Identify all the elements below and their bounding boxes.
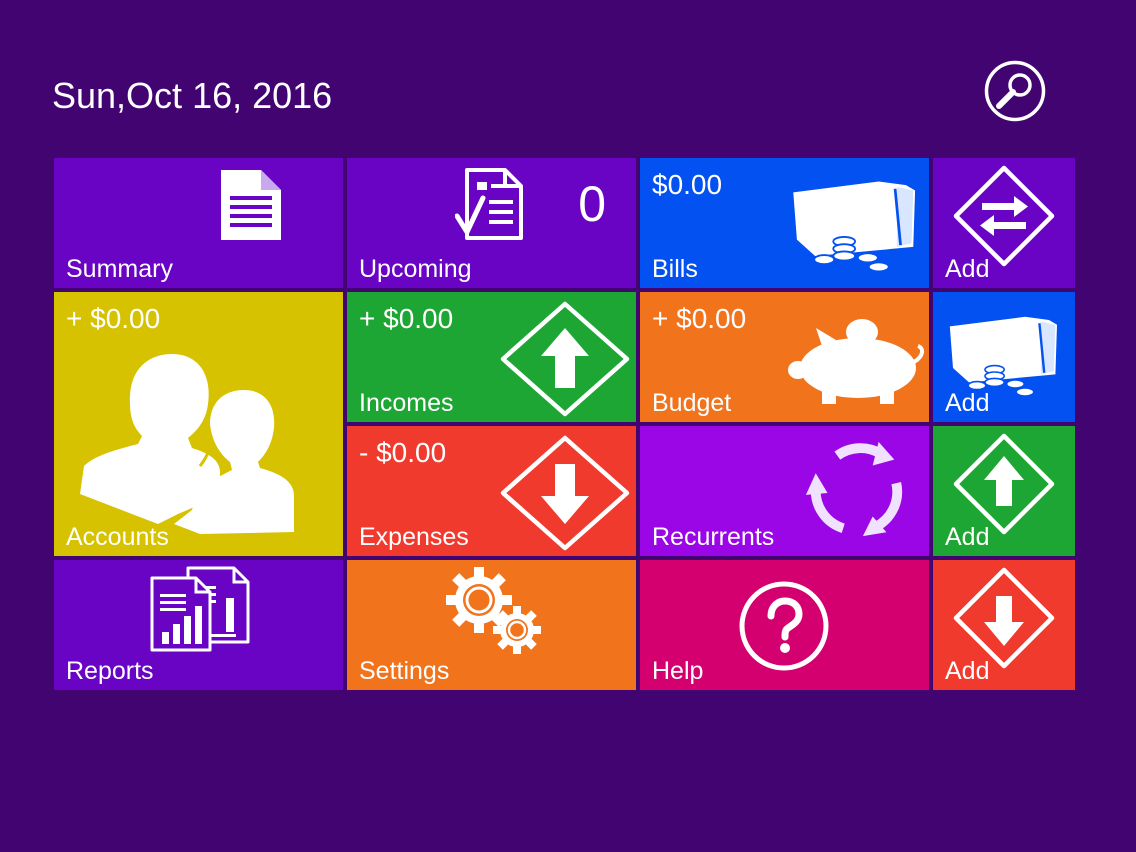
accounts-tile[interactable]: + $0.00 Accounts: [54, 292, 343, 556]
wallet-coins-icon: [949, 316, 1057, 397]
help-label: Help: [652, 657, 704, 685]
expenses-label: Expenses: [359, 523, 469, 551]
budget-amount: + $0.00: [652, 303, 747, 334]
add-bill-tile[interactable]: Add: [933, 292, 1075, 422]
recurrents-tile[interactable]: Recurrents: [640, 426, 929, 556]
budget-label: Budget: [652, 389, 732, 417]
bills-tile[interactable]: $0.00 Bills: [640, 158, 929, 288]
add-expense-label: Add: [945, 657, 990, 685]
incomes-label: Incomes: [359, 389, 454, 417]
add-expense-tile[interactable]: Add: [933, 560, 1075, 690]
add-bill-label: Add: [945, 389, 990, 417]
add-income-tile[interactable]: Add: [933, 426, 1075, 556]
search-button[interactable]: [984, 60, 1046, 122]
arrow-up-icon: [500, 301, 630, 417]
piggy-bank-icon: [788, 319, 925, 404]
arrow-down-icon: [500, 435, 630, 551]
arrow-up-icon: [953, 433, 1055, 535]
add-transfer-tile[interactable]: Add: [933, 158, 1075, 288]
incomes-amount: + $0.00: [359, 303, 454, 334]
wallet-coins-icon: [793, 181, 916, 273]
reports-tile[interactable]: Reports: [54, 560, 343, 690]
document-icon: [221, 170, 281, 240]
search-icon: [984, 60, 1046, 122]
gears-icon: [446, 567, 541, 654]
budget-tile[interactable]: + $0.00 Budget: [640, 292, 929, 422]
question-icon: [739, 581, 829, 671]
current-date: Sun,Oct 16, 2016: [52, 75, 333, 116]
upcoming-count: 0: [578, 176, 606, 232]
transfer-arrows-icon: [953, 165, 1055, 267]
upcoming-tile[interactable]: 0 Upcoming: [347, 158, 636, 288]
people-icon: [80, 354, 294, 534]
summary-tile[interactable]: Summary: [54, 158, 343, 288]
help-tile[interactable]: Help: [640, 560, 929, 690]
expenses-amount: - $0.00: [359, 437, 447, 468]
report-charts-icon: [150, 566, 250, 652]
bills-amount: $0.00: [652, 169, 723, 200]
reports-label: Reports: [66, 657, 154, 685]
accounts-label: Accounts: [66, 523, 169, 551]
settings-label: Settings: [359, 657, 450, 685]
cycle-arrows-icon: [805, 441, 903, 537]
summary-label: Summary: [66, 255, 173, 283]
expenses-tile[interactable]: - $0.00 Expenses: [347, 426, 636, 556]
add-transfer-label: Add: [945, 255, 990, 283]
add-income-label: Add: [945, 523, 990, 551]
checklist-icon: [455, 168, 523, 240]
recurrents-label: Recurrents: [652, 523, 775, 551]
incomes-tile[interactable]: + $0.00 Incomes: [347, 292, 636, 422]
accounts-amount: + $0.00: [66, 303, 161, 334]
upcoming-label: Upcoming: [359, 255, 472, 283]
arrow-down-icon: [953, 567, 1055, 669]
bills-label: Bills: [652, 255, 698, 283]
settings-tile[interactable]: Settings: [347, 560, 636, 690]
